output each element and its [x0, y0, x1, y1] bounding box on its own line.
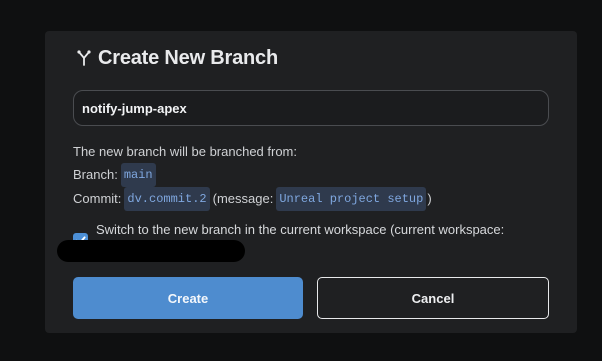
- source-branch-value: main: [120, 163, 156, 187]
- source-commit-value: dv.commit.2: [124, 187, 210, 211]
- redacted-workspace-name: [57, 240, 245, 262]
- create-button[interactable]: Create: [73, 277, 303, 319]
- info-intro-text: The new branch will be branched from:: [73, 144, 298, 159]
- branch-label: Branch:: [73, 167, 118, 182]
- info-commit-line: Commit: dv.commit.2 (message: Unreal pro…: [73, 187, 432, 211]
- switch-workspace-label: Switch to the new branch in the current …: [96, 222, 505, 237]
- info-branch-line: Branch: main: [73, 163, 432, 187]
- commit-message-prefix: (message:: [212, 191, 274, 206]
- branch-source-info: The new branch will be branched from: Br…: [73, 141, 432, 211]
- cancel-button[interactable]: Cancel: [317, 277, 549, 319]
- commit-message-value: Unreal project setup: [276, 187, 427, 211]
- dialog-header: Create New Branch: [75, 45, 278, 71]
- commit-label: Commit:: [73, 191, 122, 206]
- branch-fork-icon: [75, 49, 93, 67]
- commit-message-suffix: ): [427, 191, 432, 206]
- branch-name-input[interactable]: [73, 90, 549, 126]
- dialog-title: Create New Branch: [98, 46, 278, 69]
- create-branch-dialog: Create New Branch The new branch will be…: [45, 31, 577, 333]
- info-intro-line: The new branch will be branched from:: [73, 141, 432, 163]
